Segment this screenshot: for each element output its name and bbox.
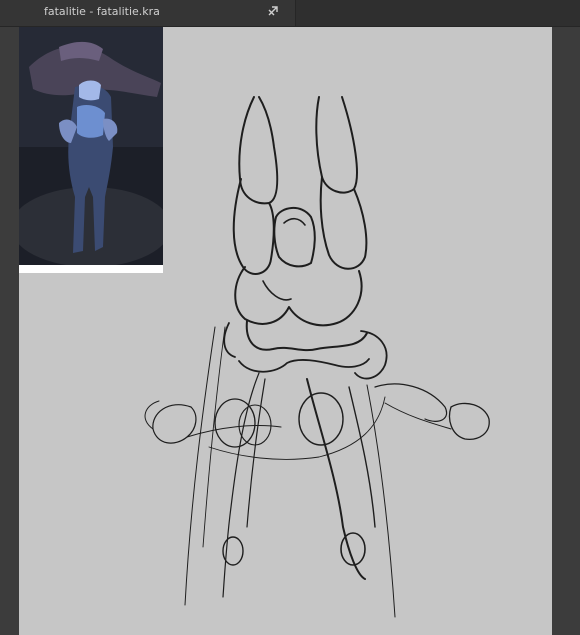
reference-image <box>11 27 171 273</box>
drawing-canvas[interactable] <box>11 27 552 635</box>
tab-title: fatalitie - fatalitie.kra <box>44 5 160 18</box>
canvas-workspace[interactable] <box>0 27 580 635</box>
reference-photo <box>11 27 171 273</box>
title-bar: fatalitie - fatalitie.kra <box>0 0 580 27</box>
document-tab[interactable]: fatalitie - fatalitie.kra <box>0 0 296 26</box>
close-icon[interactable] <box>264 2 282 20</box>
